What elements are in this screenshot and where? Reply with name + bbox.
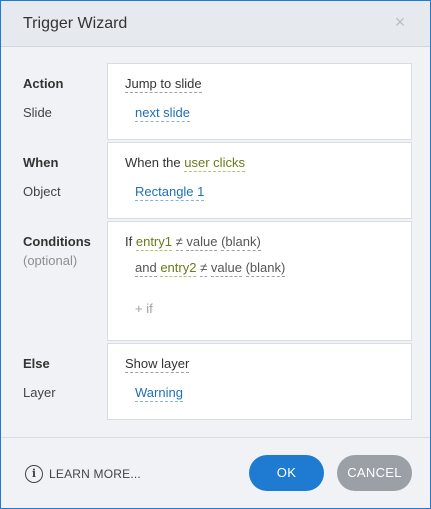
action-panel: Jump to slide next slide [107, 63, 412, 140]
cancel-button[interactable]: CANCEL [337, 455, 412, 491]
condition-type-dropdown[interactable]: value [210, 260, 242, 277]
action-label: Action [23, 76, 64, 91]
layer-label: Layer [23, 385, 56, 400]
else-panel: Show layer Warning [107, 343, 412, 420]
conditions-hint: (optional) [23, 253, 78, 268]
slide-label: Slide [23, 105, 52, 120]
else-label: Else [23, 356, 50, 371]
trigger-wizard-dialog: Trigger Wizard × Action Slide Jump to sl… [0, 0, 431, 509]
dialog-footer: i LEARN MORE... OK CANCEL [1, 437, 430, 508]
condition-type-dropdown[interactable]: value [186, 234, 218, 251]
when-prefix: When the [125, 155, 181, 170]
conditions-label: Conditions [23, 234, 91, 249]
object-dropdown[interactable]: Rectangle 1 [135, 184, 205, 201]
when-label: When [23, 155, 59, 170]
close-icon[interactable]: × [392, 13, 408, 31]
else-action-dropdown[interactable]: Show layer [125, 356, 190, 373]
title-bar: Trigger Wizard × [1, 1, 430, 47]
condition-prefix: If [125, 234, 133, 249]
condition-value-field[interactable]: (blank) [245, 260, 286, 277]
condition-row: If entry1 ≠ value (blank) [125, 234, 261, 251]
slide-dropdown[interactable]: next slide [135, 105, 190, 122]
condition-variable-dropdown[interactable]: entry2 [160, 260, 197, 277]
condition-value-field[interactable]: (blank) [221, 234, 261, 251]
when-event-dropdown[interactable]: user clicks [184, 155, 245, 172]
condition-operator-dropdown[interactable]: ≠ [200, 260, 208, 277]
when-panel: When the user clicks Rectangle 1 [107, 142, 412, 219]
learn-more-link[interactable]: i LEARN MORE... [25, 465, 141, 483]
add-if-button[interactable]: + if [135, 301, 153, 316]
condition-operator-dropdown[interactable]: ≠ [175, 234, 183, 251]
dialog-title: Trigger Wizard [23, 15, 128, 32]
condition-row: and entry2 ≠ value (blank) [135, 260, 286, 277]
object-label: Object [23, 184, 61, 199]
condition-variable-dropdown[interactable]: entry1 [135, 234, 172, 251]
learn-more-label: LEARN MORE... [49, 467, 141, 481]
action-dropdown[interactable]: Jump to slide [125, 76, 202, 93]
ok-button[interactable]: OK [249, 455, 324, 491]
conditions-panel: If entry1 ≠ value (blank) and entry2 ≠ v… [107, 221, 412, 341]
condition-conjunction-dropdown[interactable]: and [135, 260, 157, 277]
info-icon: i [25, 465, 43, 483]
layer-dropdown[interactable]: Warning [135, 385, 183, 402]
